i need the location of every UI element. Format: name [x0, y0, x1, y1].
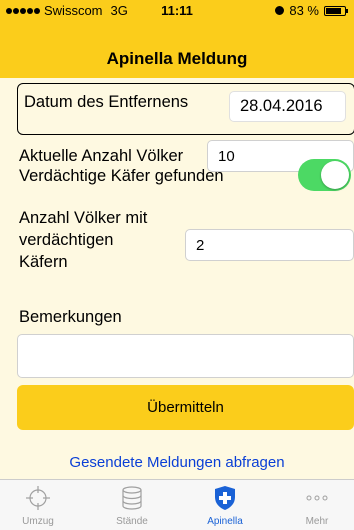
toggle-knob	[321, 161, 349, 189]
navigation-bar: Apinella Meldung	[0, 40, 354, 78]
database-icon	[122, 486, 142, 510]
signal-strength-icon	[6, 7, 40, 14]
suspicious-beetles-toggle[interactable]	[298, 159, 351, 191]
sent-reports-link[interactable]: Gesendete Meldungen abfragen	[0, 454, 354, 471]
status-carrier-group: Swisscom 3G	[6, 3, 128, 18]
remarks-field[interactable]	[17, 334, 354, 378]
battery-icon	[324, 5, 348, 16]
battery-percent: 83 %	[289, 3, 319, 18]
suspicious-beetles-label: Verdächtige Käfer gefunden	[19, 167, 224, 185]
infected-colonies-label-line2: verdächtigen	[19, 231, 114, 249]
tab-staende[interactable]: Stände	[97, 480, 167, 530]
page-title: Apinella Meldung	[106, 49, 248, 68]
lock-rotation-icon	[275, 6, 285, 15]
status-battery-group: 83 %	[275, 3, 348, 18]
tab-label: Stände	[116, 516, 148, 527]
remarks-label: Bemerkungen	[19, 308, 122, 326]
network-type: 3G	[110, 3, 128, 18]
more-icon	[306, 495, 328, 501]
tab-umzug[interactable]: Umzug	[3, 480, 73, 530]
crosshair-icon	[26, 486, 50, 510]
status-bar: Swisscom 3G 11:11 83 %	[0, 0, 354, 40]
infected-colonies-label-line1: Anzahl Völker mit	[19, 209, 148, 227]
date-field[interactable]: 28.04.2016	[229, 91, 346, 122]
tab-label: Apinella	[207, 516, 243, 527]
tab-apinella[interactable]: Apinella	[190, 480, 260, 530]
carrier-name: Swisscom	[44, 3, 103, 18]
infected-colonies-field[interactable]: 2	[185, 229, 354, 261]
tab-label: Mehr	[305, 516, 329, 527]
tab-bar: Umzug Stände Apinella Mehr	[0, 479, 354, 530]
colony-count-label: Aktuelle Anzahl Völker	[19, 147, 184, 165]
tab-mehr[interactable]: Mehr	[282, 480, 352, 530]
submit-button[interactable]: Übermitteln	[17, 385, 354, 430]
shield-plus-icon	[215, 486, 235, 510]
infected-colonies-label-line3: Käfern	[19, 253, 68, 271]
tab-label: Umzug	[22, 516, 54, 527]
date-label: Datum des Entfernens	[24, 93, 189, 111]
